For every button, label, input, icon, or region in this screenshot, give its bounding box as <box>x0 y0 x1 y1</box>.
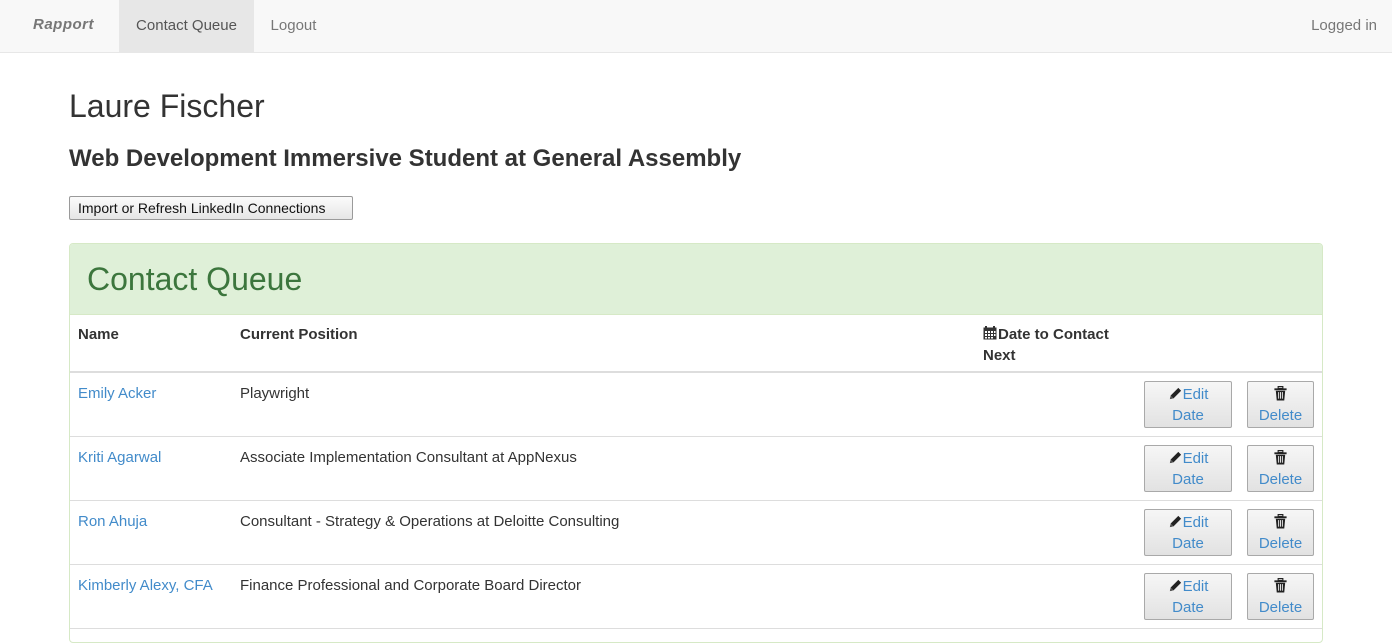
import-linkedin-button[interactable]: Import or Refresh LinkedIn Connections <box>69 196 353 220</box>
date-label: Date <box>1172 407 1204 424</box>
calendar-icon <box>983 326 997 340</box>
column-header-position: Current Position <box>240 326 358 343</box>
login-status: Logged in <box>1311 17 1377 34</box>
edit-label: Edit <box>1182 578 1209 595</box>
date-label: Date <box>1172 535 1204 552</box>
delete-button[interactable]: Delete <box>1247 573 1314 620</box>
table-row: Emily Acker Playwright Edit Date Delete <box>70 373 1322 437</box>
panel-heading: Contact Queue <box>70 244 1322 315</box>
date-label: Date <box>1172 471 1204 488</box>
contact-name-link[interactable]: Kimberly Alexy, CFA <box>78 575 213 596</box>
edit-label: Edit <box>1182 514 1209 531</box>
contact-name-link[interactable]: Ron Ahuja <box>78 511 147 532</box>
profile-name: Laure Fischer <box>69 88 265 124</box>
table-row: Kriti Agarwal Associate Implementation C… <box>70 437 1322 501</box>
column-header-name: Name <box>78 326 119 343</box>
table-header: Name Current Position Date to Contact Ne… <box>70 315 1322 373</box>
navbar: Rapport Contact Queue Logout Logged in <box>0 0 1392 53</box>
trash-icon <box>1274 386 1287 401</box>
date-label: Date <box>1172 599 1204 616</box>
pencil-icon <box>1169 579 1181 592</box>
delete-button[interactable]: Delete <box>1247 445 1314 492</box>
profile-headline: Web Development Immersive Student at Gen… <box>69 145 742 172</box>
edit-date-button[interactable]: Edit Date <box>1144 381 1232 428</box>
table-row: Kimberly Alexy, CFA Finance Professional… <box>70 565 1322 629</box>
edit-date-button[interactable]: Edit Date <box>1144 573 1232 620</box>
pencil-icon <box>1169 515 1181 528</box>
pencil-icon <box>1169 451 1181 464</box>
panel-title: Contact Queue <box>87 261 303 297</box>
delete-button[interactable]: Delete <box>1247 509 1314 556</box>
pencil-icon <box>1169 387 1181 400</box>
edit-date-button[interactable]: Edit Date <box>1144 509 1232 556</box>
delete-label: Delete <box>1258 599 1303 616</box>
trash-icon <box>1274 450 1287 465</box>
table-row: Ron Ahuja Consultant - Strategy & Operat… <box>70 501 1322 565</box>
contact-queue-panel: Contact Queue Name Current Position Date… <box>69 243 1323 643</box>
contact-name-link[interactable]: Kriti Agarwal <box>78 447 161 468</box>
delete-label: Delete <box>1258 535 1303 552</box>
column-header-date: Date to Contact Next <box>983 324 1133 366</box>
delete-label: Delete <box>1258 407 1303 424</box>
delete-button[interactable]: Delete <box>1247 381 1314 428</box>
contact-position: Finance Professional and Corporate Board… <box>240 577 582 594</box>
trash-icon <box>1274 578 1287 593</box>
contact-position: Playwright <box>240 385 310 402</box>
nav-item-contact-queue[interactable]: Contact Queue <box>119 0 254 53</box>
edit-label: Edit <box>1182 386 1209 403</box>
edit-label: Edit <box>1182 450 1209 467</box>
nav-item-logout[interactable]: Logout <box>254 0 333 53</box>
brand-logo[interactable]: Rapport <box>33 16 94 33</box>
contact-position: Associate Implementation Consultant at A… <box>240 449 577 466</box>
contact-position: Consultant - Strategy & Operations at De… <box>240 513 620 530</box>
column-header-date-label: Date to Contact Next <box>983 326 1109 364</box>
delete-label: Delete <box>1258 471 1303 488</box>
contact-name-link[interactable]: Emily Acker <box>78 383 156 404</box>
contact-rows: Emily Acker Playwright Edit Date Delete … <box>70 373 1322 629</box>
trash-icon <box>1274 514 1287 529</box>
edit-date-button[interactable]: Edit Date <box>1144 445 1232 492</box>
